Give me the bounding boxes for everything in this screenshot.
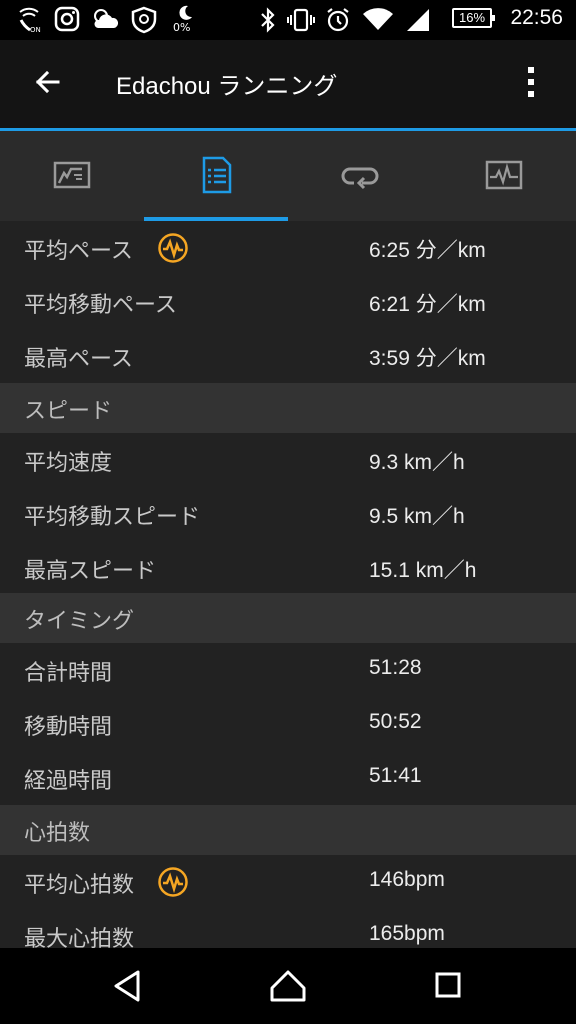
- list-item: 平均心拍数 146bpm: [0, 855, 576, 909]
- clock: 22:56: [510, 6, 563, 29]
- wifi-icon: [363, 8, 393, 31]
- list-item: 移動時間 50:52: [0, 697, 576, 751]
- signal-icon: [407, 9, 429, 31]
- svg-text:ON: ON: [30, 26, 41, 34]
- alarm-icon: [327, 8, 349, 32]
- row-value: 9.5 km／h: [369, 505, 465, 528]
- row-label: 移動時間: [24, 715, 113, 740]
- row-label: 最高スピード: [24, 559, 157, 584]
- moon-percent-icon: 0%: [172, 2, 198, 36]
- status-bar: ON 0% 16% 22:56: [0, 0, 576, 40]
- list-item: 最高スピード 15.1 km／h: [0, 541, 576, 595]
- section-header-timing: タイミング: [0, 593, 576, 643]
- nav-home-icon[interactable]: [264, 966, 312, 1006]
- data-saver-percent: 0%: [173, 21, 191, 34]
- list-item: 平均移動ペース 6:21 分／km: [0, 275, 576, 329]
- heart-rate-badge-icon: [158, 867, 188, 897]
- bluetooth-icon: [261, 7, 275, 33]
- list-item: 平均ペース 6:25 分／km: [0, 221, 576, 275]
- list-item: 最大心拍数 165bpm: [0, 909, 576, 948]
- vibrate-icon: [287, 8, 315, 32]
- list-item: 平均速度 9.3 km／h: [0, 433, 576, 487]
- row-value: 3:59 分／km: [369, 347, 486, 370]
- graph-pulse-icon: [485, 160, 523, 190]
- row-value: 15.1 km／h: [369, 559, 477, 582]
- system-nav-bar: [0, 948, 576, 1024]
- row-value: 165bpm: [369, 922, 445, 945]
- more-vertical-icon[interactable]: [516, 62, 546, 102]
- tab-bar: [0, 131, 576, 222]
- page-title: Edachou ランニング: [116, 73, 338, 100]
- list-item: 最高ペース 3:59 分／km: [0, 329, 576, 383]
- row-value: 9.3 km／h: [369, 451, 465, 474]
- list-item: 合計時間 51:28: [0, 643, 576, 697]
- list-item: 経過時間 51:41: [0, 751, 576, 805]
- row-value: 6:21 分／km: [369, 293, 486, 316]
- arrow-left-icon[interactable]: [28, 62, 68, 102]
- section-title: タイミング: [24, 609, 135, 634]
- instagram-icon: [54, 6, 80, 32]
- screen: ON 0% 16% 22:56 Edachou ランニング 平均ペース 6:25…: [0, 0, 576, 1024]
- row-value: 50:52: [369, 710, 422, 733]
- row-value: 51:28: [369, 656, 422, 679]
- row-label: 最高ペース: [24, 347, 133, 372]
- section-header-heart-rate: 心拍数: [0, 805, 576, 855]
- row-value: 6:25 分／km: [369, 239, 486, 262]
- nav-back-icon[interactable]: [104, 966, 152, 1006]
- section-header-speed: スピード: [0, 383, 576, 433]
- row-label: 平均移動スピード: [24, 505, 201, 530]
- tab-graphs[interactable]: [432, 131, 576, 221]
- row-label: 平均速度: [24, 451, 113, 476]
- weather-icon: [94, 9, 119, 28]
- stats-chart-icon: [53, 161, 91, 189]
- app-bar: Edachou ランニング: [0, 40, 576, 128]
- battery-icon: 16%: [452, 8, 495, 28]
- section-title: 心拍数: [24, 821, 91, 846]
- section-title: スピード: [24, 399, 113, 424]
- shield-app-icon: [131, 6, 157, 34]
- row-label: 平均心拍数: [24, 873, 135, 898]
- tab-laps[interactable]: [288, 131, 432, 221]
- list-item: 平均移動スピード 9.5 km／h: [0, 487, 576, 541]
- row-value: 146bpm: [369, 868, 445, 891]
- row-label: 平均ペース: [24, 239, 133, 264]
- heart-rate-badge-icon: [158, 233, 188, 263]
- row-label: 合計時間: [24, 661, 113, 686]
- details-list[interactable]: 平均ペース 6:25 分／km 平均移動ペース 6:21 分／km 最高ペース …: [0, 221, 576, 948]
- tab-stats[interactable]: [0, 131, 144, 221]
- wifi-calling-icon: ON: [19, 7, 41, 34]
- tab-details[interactable]: [144, 131, 288, 221]
- details-list-icon: [202, 156, 232, 194]
- row-label: 平均移動ペース: [24, 293, 177, 318]
- nav-recents-icon[interactable]: [424, 966, 472, 1006]
- battery-level: 16%: [458, 10, 486, 25]
- row-value: 51:41: [369, 764, 422, 787]
- laps-loop-icon: [341, 167, 379, 190]
- row-label: 最大心拍数: [24, 927, 135, 948]
- row-label: 経過時間: [24, 769, 113, 794]
